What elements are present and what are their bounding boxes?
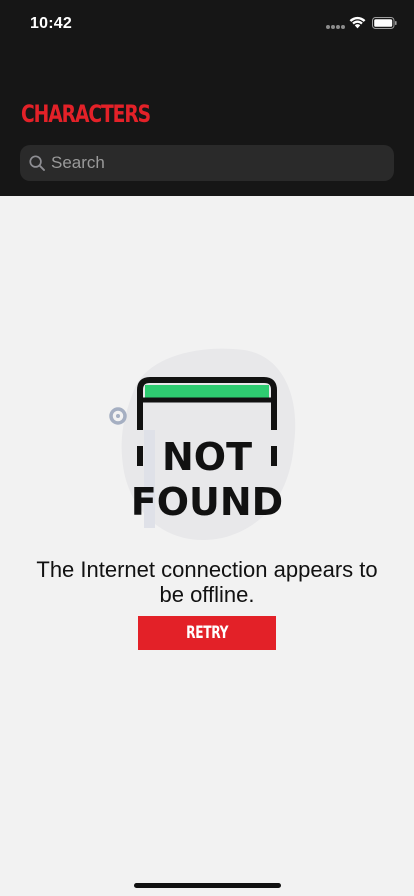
battery-icon — [372, 17, 397, 29]
status-time: 10:42 — [30, 15, 72, 32]
search-input[interactable] — [51, 145, 381, 181]
search-bar[interactable] — [20, 145, 394, 181]
status-bar: 10:42 — [0, 0, 414, 48]
illustration-line-not: NOT — [162, 435, 252, 479]
retry-button[interactable]: RETRY — [138, 616, 276, 650]
error-message: The Internet connection appears to be of… — [36, 557, 378, 607]
signal-dots-icon — [326, 25, 346, 29]
illustration-window-bar — [145, 385, 269, 399]
page-title: CHARACTERS — [21, 100, 151, 128]
home-indicator[interactable] — [134, 883, 281, 888]
illustration-line-found: FOUND — [131, 480, 283, 524]
not-found-illustration: NOT FOUND — [109, 348, 296, 541]
header: 10:42 CHARACTERS — [0, 0, 414, 196]
wifi-icon — [349, 16, 366, 29]
search-icon — [29, 155, 45, 171]
retry-button-label: RETRY — [186, 623, 228, 643]
